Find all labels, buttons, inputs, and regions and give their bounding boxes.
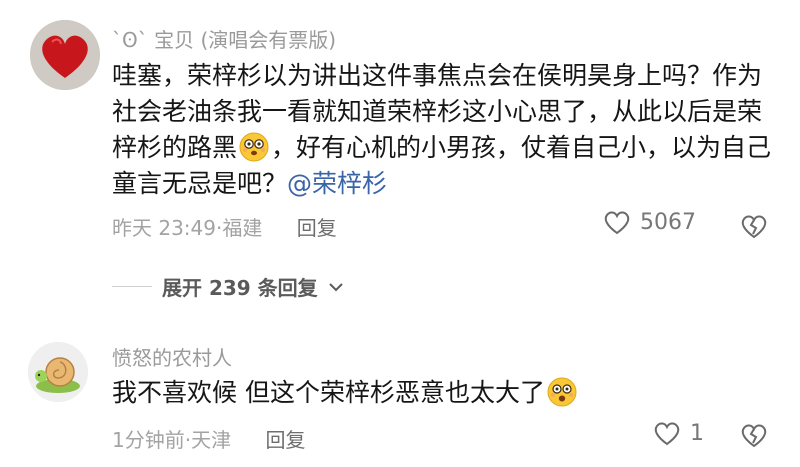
username[interactable]: 愤怒的农村人 [112, 342, 232, 371]
like-button[interactable]: 5067 [602, 208, 696, 236]
like-count: 5067 [640, 209, 696, 235]
like-button[interactable]: 1 [652, 419, 704, 447]
comment-text-part: 我不喜欢候 但这个荣梓杉恶意也太大了 [112, 378, 545, 407]
heart-outline-icon [654, 422, 680, 446]
username[interactable]: `ʘ` 宝贝 (演唱会有票版) [112, 24, 336, 53]
expand-replies-label: 展开 239 条回复 [162, 276, 318, 300]
comment-item: `ʘ` 宝贝 (演唱会有票版) 哇塞，荣梓杉以为讲出这件事焦点会在侯明昊身上吗？… [0, 0, 800, 270]
chevron-down-icon [328, 282, 343, 291]
comment-text: 哇塞，荣梓杉以为讲出这件事焦点会在侯明昊身上吗？作为社会老油条我一看就知道荣梓杉… [112, 58, 772, 202]
like-count: 1 [690, 420, 704, 446]
heart-avatar-icon [30, 20, 100, 90]
divider [112, 286, 152, 287]
avatar[interactable] [28, 342, 88, 402]
comment-meta: 1分钟前·天津 回复 [112, 424, 305, 453]
dislike-broken-heart-icon[interactable] [738, 210, 770, 242]
heart-outline-icon [604, 211, 630, 235]
reply-button[interactable]: 回复 [297, 216, 337, 240]
dislike-broken-heart-icon[interactable] [738, 419, 770, 451]
snail-avatar-icon [28, 342, 88, 402]
timestamp-location: 1分钟前·天津 [112, 428, 232, 452]
comment-text: 我不喜欢候 但这个荣梓杉恶意也太大了 [112, 375, 776, 411]
dizzy-face-emoji-icon [239, 132, 269, 162]
astonished-face-emoji-icon [547, 377, 577, 407]
expand-replies-button[interactable]: 展开 239 条回复 [112, 272, 344, 301]
timestamp-location: 昨天 23:49·福建 [112, 216, 263, 240]
mention-link[interactable]: @荣梓杉 [287, 169, 387, 198]
avatar[interactable] [30, 20, 100, 90]
comment-meta: 昨天 23:49·福建 回复 [112, 212, 337, 241]
reply-button[interactable]: 回复 [265, 428, 305, 452]
